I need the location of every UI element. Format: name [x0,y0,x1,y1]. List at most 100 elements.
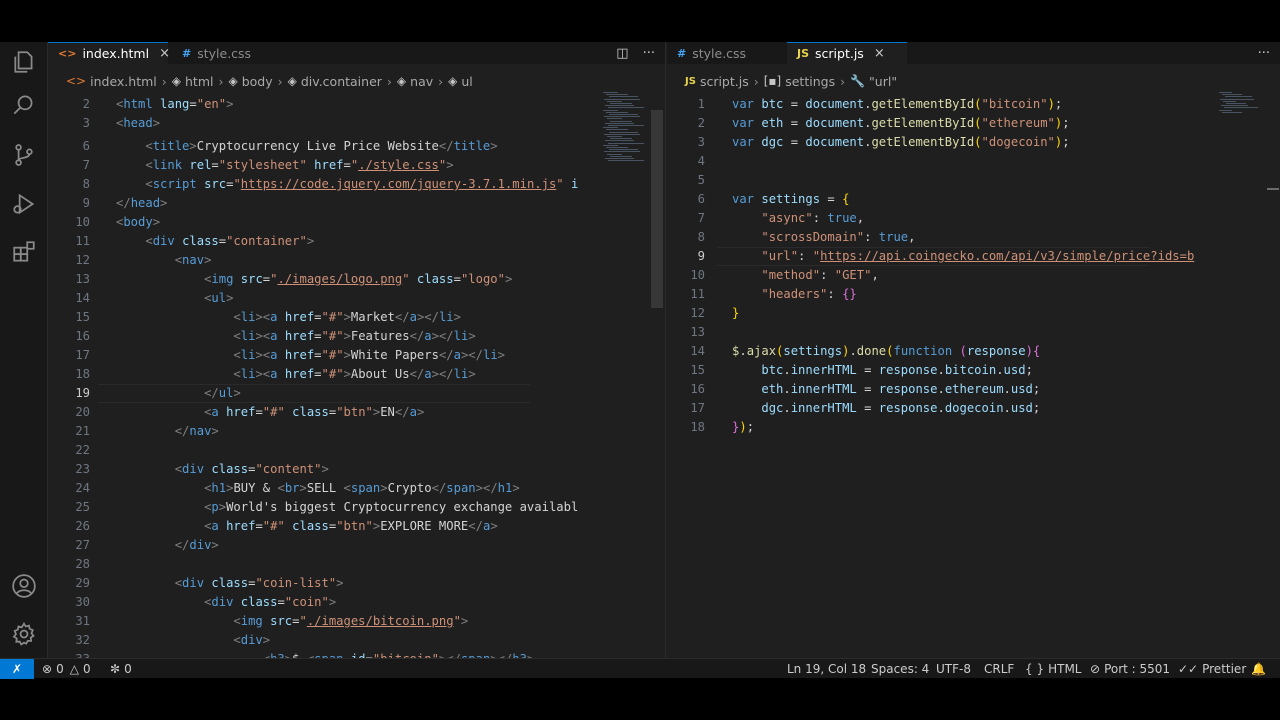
element-icon: ◈ [228,74,238,88]
code-line[interactable]: 14 <ul> [48,289,598,308]
tab-script-js[interactable]: JS script.js × [787,42,907,64]
code-line[interactable]: 25 <p>World's biggest Cryptocurrency exc… [48,498,598,517]
code-line[interactable]: 6 <title>Cryptocurrency Live Price Websi… [48,137,598,156]
code-line[interactable]: 1 var btc = document.getElementById("bitc… [667,95,1217,114]
breadcrumb-item[interactable]: <> index.html [66,74,157,89]
settings-gear-icon[interactable] [0,614,48,654]
code-line[interactable]: 18 <li><a href="#">About Us</a></li> [48,365,598,384]
minimap-line [604,98,640,100]
code-line[interactable]: 16 <li><a href="#">Features</a></li> [48,327,598,346]
breadcrumb-item[interactable]: › ◈ nav [382,74,433,89]
remote-indicator-icon[interactable]: ✗ [0,659,34,679]
vscode-window: <> index.html × # style.css ◫ ··· <> inde… [0,42,1280,679]
code-line[interactable]: 11 <div class="container"> [48,232,598,251]
encoding[interactable]: UTF-8 [936,659,971,679]
code-line[interactable]: 22 [48,441,598,460]
code-line[interactable]: 27 </div> [48,536,598,555]
accounts-icon[interactable] [0,566,48,606]
code-line[interactable]: 8 <script src="https://code.jquery.com/j… [48,175,598,194]
explorer-icon[interactable] [0,42,48,82]
minimap-line [606,129,628,131]
split-editor-icon[interactable]: ◫ [616,46,628,61]
breadcrumb-item[interactable]: › ◈ div.container [273,74,382,89]
code-line[interactable]: 28 [48,555,598,574]
code-editor[interactable]: 1 var btc = document.getElementById("bitc… [667,95,1217,658]
code-line[interactable]: 14 $.ajax(settings).done(function (respon… [667,342,1217,361]
breadcrumb-item[interactable]: › ◈ html [157,74,214,89]
code-line[interactable]: 15 btc.innerHTML = response.bitcoin.usd; [667,361,1217,380]
minimap[interactable] [1219,92,1269,212]
indentation[interactable]: Spaces: 4 [871,659,929,679]
more-actions-icon[interactable]: ··· [1258,46,1270,61]
tab-style-css[interactable]: # style.css [172,42,292,64]
code-line[interactable]: 10 "method": "GET", [667,266,1217,285]
minimap[interactable] [603,92,653,212]
code-line[interactable]: 24 <h1>BUY & <br>SELL <span>Crypto</span… [48,479,598,498]
minimap-line [603,109,618,111]
code-line[interactable]: 30 <div class="coin"> [48,593,598,612]
breadcrumb-item[interactable]: › 🔧 "url" [835,74,897,89]
breadcrumb-item[interactable]: › ◈ body [213,74,272,89]
code-line[interactable]: 9 </head> [48,194,598,213]
code-line[interactable]: 12 <nav> [48,251,598,270]
code-line[interactable]: 19 </ul> [48,384,598,403]
notifications-bell-icon[interactable]: 🔔 [1251,659,1266,679]
line-number: 1 [697,97,705,111]
code-line[interactable]: 2 <html lang="en"> [48,95,598,114]
code-line[interactable]: 17 <li><a href="#">White Papers</a></li> [48,346,598,365]
more-actions-icon[interactable]: ··· [643,46,655,61]
code-line[interactable]: 20 <a href="#" class="btn">EN</a> [48,403,598,422]
code-line[interactable]: 29 <div class="coin-list"> [48,574,598,593]
scrollbar-thumb[interactable] [651,110,663,308]
problems-indicator[interactable]: ⊗ 0 △ 0 [42,659,91,679]
code-line[interactable]: 3 var dgc = document.getElementById("doge… [667,133,1217,152]
code-line[interactable]: 7 <link rel="stylesheet" href="./style.c… [48,156,598,175]
code-line[interactable]: 6 var settings = { [667,190,1217,209]
code-line[interactable]: 31 <img src="./images/bitcoin.png"> [48,612,598,631]
source-control-icon[interactable] [0,135,48,175]
breadcrumb-item[interactable]: › [▪] settings [749,74,835,89]
code-line[interactable]: 21 </nav> [48,422,598,441]
code-line[interactable]: 2 var eth = document.getElementById("ethe… [667,114,1217,133]
code-line[interactable]: 4 [667,152,1217,171]
code-text: </head> [116,196,168,210]
code-line[interactable]: 10 <body> [48,213,598,232]
tab-style-css[interactable]: # style.css [667,42,777,64]
live-server-port[interactable]: ⊘ Port : 5501 [1090,659,1170,679]
code-line[interactable]: 12} [667,304,1217,323]
code-text: }); [732,420,755,434]
code-line[interactable]: 18}); [667,418,1217,437]
code-line[interactable]: 13 [667,323,1217,342]
cursor-position[interactable]: Ln 19, Col 18 [787,659,866,679]
code-line[interactable]: 11 "headers": {} [667,285,1217,304]
close-icon[interactable]: × [159,46,170,61]
breadcrumb-item[interactable]: › ◈ ul [433,74,473,89]
code-editor[interactable]: 2 <html lang="en"> 3 <head> 6 <title>Cryptoc… [48,95,598,666]
tab-index-html[interactable]: <> index.html × [48,42,170,64]
language-mode[interactable]: { } HTML [1025,659,1082,679]
code-line[interactable]: 8 "scrossDomain": true, [667,228,1217,247]
ports-indicator[interactable]: ✼ 0 [110,659,132,679]
extensions-icon[interactable] [0,232,48,272]
code-line[interactable]: 16 eth.innerHTML = response.ethereum.usd… [667,380,1217,399]
search-icon[interactable] [0,85,48,125]
run-debug-icon[interactable] [0,184,48,224]
breadcrumb-item[interactable]: JS script.js [685,74,749,89]
prettier-status[interactable]: ✓✓ Prettier [1178,659,1246,679]
code-line[interactable]: 17 dgc.innerHTML = response.dogecoin.usd… [667,399,1217,418]
code-line[interactable]: 9 "url": "https://api.coingecko.com/api/… [667,247,1217,266]
tab-bar: # style.css JS script.js × ··· [667,42,1280,64]
close-icon[interactable]: × [874,46,885,61]
code-line[interactable]: 32 <div> [48,631,598,650]
breadcrumb: JS script.js › [▪] settings › 🔧 "url" [667,70,1280,92]
code-line[interactable]: 26 <a href="#" class="btn">EXPLORE MORE<… [48,517,598,536]
code-line[interactable]: 15 <li><a href="#">Market</a></li> [48,308,598,327]
code-line[interactable]: 13 <img src="./images/logo.png" class="l… [48,270,598,289]
code-line[interactable]: 3 <head> [48,114,598,133]
html-file-icon: <> [58,47,77,60]
code-line[interactable]: 23 <div class="content"> [48,460,598,479]
line-number: 11 [75,234,90,248]
code-line[interactable]: 5 [667,171,1217,190]
code-line[interactable]: 7 "async": true, [667,209,1217,228]
line-endings[interactable]: CRLF [984,659,1014,679]
